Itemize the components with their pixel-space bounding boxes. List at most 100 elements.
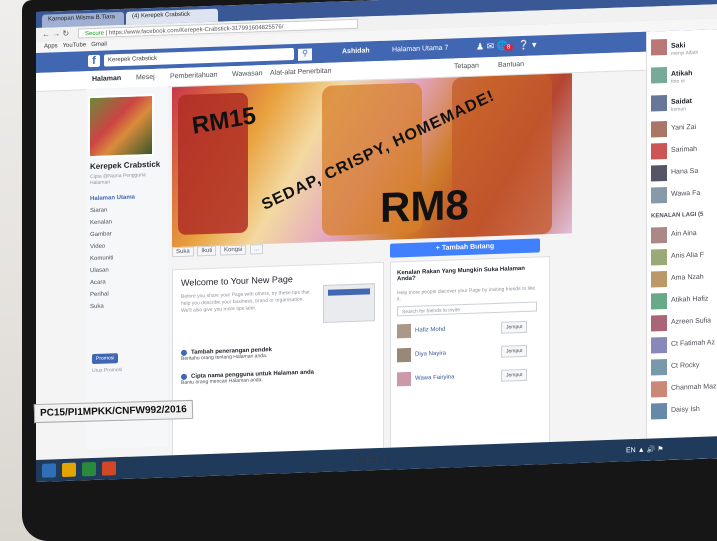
chat-contact[interactable]: Anis Alia F xyxy=(651,244,717,267)
chat-contact[interactable]: Yani Zai xyxy=(651,116,717,139)
contact-status: komun xyxy=(671,106,687,113)
menu-item-suka[interactable]: Suka xyxy=(90,303,135,317)
system-tray: EN ▲ 🔊 ⚑ xyxy=(626,445,664,454)
contact-name: Atikah Hafiz xyxy=(671,295,709,304)
avatar xyxy=(651,164,667,182)
more-contacts-heading: KENALAN LAGI (5 xyxy=(651,211,704,220)
page-preview-image xyxy=(323,283,375,323)
tab-tetapan[interactable]: Tetapan xyxy=(454,63,479,71)
bookmark-apps[interactable]: Apps xyxy=(44,43,58,49)
friend-row: Wawa Fairyina Jemput xyxy=(397,367,543,388)
avatar xyxy=(651,336,667,354)
chat-contact[interactable]: Atikah Hafiz xyxy=(651,288,717,311)
invite-title: Kenalan Rakan Yang Mungkin Suka Halaman … xyxy=(397,265,525,283)
language-indicator[interactable]: EN xyxy=(626,447,636,454)
home-label: Halaman Utama xyxy=(392,44,443,54)
facebook-search-input[interactable]: Kerepek Crabstick xyxy=(104,47,294,67)
excel-icon[interactable] xyxy=(82,461,96,477)
chat-contact[interactable]: Daisy Ish xyxy=(651,398,717,421)
home-count: 7 xyxy=(444,44,449,52)
facebook-logo-icon[interactable]: f xyxy=(88,54,100,68)
chat-contact[interactable]: Ct Rocky xyxy=(651,354,717,377)
contact-name: Ct Fatimah Az xyxy=(671,339,715,348)
avatar xyxy=(397,323,411,339)
chat-contact[interactable]: Wawa Fa xyxy=(651,182,717,205)
avatar xyxy=(651,120,667,138)
file-explorer-icon[interactable] xyxy=(62,462,76,478)
home-link[interactable]: Halaman Utama 7 xyxy=(392,45,448,54)
cover-photo[interactable]: RM15 SEDAP, CRISPY, HOMEMADE! RM8 xyxy=(172,73,572,248)
tab-mesej[interactable]: Mesej xyxy=(136,74,155,82)
volume-icon[interactable]: 🔊 xyxy=(647,446,656,453)
avatar xyxy=(651,66,667,84)
friends-icon[interactable]: ♟ xyxy=(476,41,484,51)
contact-name: Saki xyxy=(671,42,686,50)
chat-contact[interactable]: Saidat komun xyxy=(651,90,717,113)
monitor-brand-logo: DELL xyxy=(356,455,392,467)
avatar xyxy=(651,142,667,160)
avatar xyxy=(651,38,667,56)
chat-contact[interactable]: Ct Fatimah Az xyxy=(651,332,717,355)
contact-name: Atikah xyxy=(671,70,693,78)
share-button[interactable]: Kongsi xyxy=(220,244,247,256)
tab-alat-penerbitan[interactable]: Alat-alat Penerbitan xyxy=(270,68,331,77)
tab-wawasan[interactable]: Wawasan xyxy=(232,70,262,78)
like-button[interactable]: Suka xyxy=(172,246,194,258)
add-button[interactable]: + Tambah Butang xyxy=(390,238,540,258)
chat-contact[interactable]: Ama Nzah xyxy=(651,266,717,289)
chat-contact[interactable]: Azreen Sufia xyxy=(651,310,717,333)
chrome-icon[interactable] xyxy=(102,461,116,476)
step-item[interactable]: Tambah penerangan pendek Beritahu orang … xyxy=(181,343,371,362)
search-icon[interactable]: ⚲ xyxy=(298,48,312,61)
tab-pemberitahuan[interactable]: Pemberitahuan xyxy=(170,72,217,81)
chat-contact[interactable]: Saki menyi Alfath xyxy=(651,34,717,57)
friend-name[interactable]: Hafiz Mohd xyxy=(415,327,445,334)
step-dot-icon xyxy=(181,373,187,380)
bookmark-youtube[interactable]: YouTube xyxy=(63,42,87,49)
contact-name: Saidat xyxy=(671,98,693,106)
menu-chevron-icon[interactable]: ▾ xyxy=(532,40,537,50)
invite-description: Help more people discover your Page by i… xyxy=(397,285,536,303)
follow-button[interactable]: Ikuti xyxy=(197,245,217,257)
page-username-link[interactable]: Cipta @Nama Pengguna Halaman xyxy=(90,172,150,186)
avatar xyxy=(651,358,667,376)
invite-button[interactable]: Jemput xyxy=(501,320,528,334)
flag-icon[interactable]: ⚑ xyxy=(657,446,663,453)
chat-contact[interactable]: Sarimah xyxy=(651,138,717,161)
invite-button[interactable]: Jemput xyxy=(501,368,528,382)
manage-promotions-link[interactable]: Urus Promosi xyxy=(92,367,122,374)
tab-halaman[interactable]: Halaman xyxy=(92,75,121,83)
chat-contact[interactable]: Chanmah Maz xyxy=(651,376,717,399)
contact-name: Ct Rocky xyxy=(671,361,700,370)
tab-bantuan[interactable]: Bantuan xyxy=(498,61,524,69)
avatar xyxy=(651,248,667,266)
avatar xyxy=(651,186,667,204)
profile-picture[interactable] xyxy=(88,93,154,159)
contact-name: Ama Nzah xyxy=(671,273,704,282)
contact-name: Azreen Sufia xyxy=(671,317,712,326)
start-icon[interactable] xyxy=(42,463,56,478)
tray-chevron-icon[interactable]: ▲ xyxy=(638,447,645,454)
chat-contact[interactable]: Hana Sa xyxy=(651,160,717,183)
contact-name: Daisy Ish xyxy=(671,405,700,414)
bookmark-gmail[interactable]: Gmail xyxy=(91,42,107,49)
avatar xyxy=(651,94,667,112)
messages-icon[interactable]: ✉ xyxy=(487,41,495,51)
step-item[interactable]: Cipta nama pengguna untuk Halaman anda B… xyxy=(181,367,371,386)
secure-label: Secure xyxy=(85,30,105,38)
invite-search-input[interactable]: Search for friends to invite xyxy=(397,301,537,317)
chat-contact[interactable]: Ain Aina xyxy=(651,222,717,245)
promote-button[interactable]: Promosi xyxy=(92,353,119,365)
friend-name[interactable]: Diya Nayira xyxy=(415,351,446,358)
nav-arrows-icon[interactable]: ← → ↻ xyxy=(42,29,69,39)
avatar xyxy=(397,371,411,387)
friend-row: Diya Nayira Jemput xyxy=(397,343,543,364)
invite-button[interactable]: Jemput xyxy=(501,344,528,358)
more-button[interactable]: ... xyxy=(250,244,264,255)
help-icon[interactable]: ❔ xyxy=(518,40,529,50)
user-name[interactable]: Ashidah xyxy=(342,47,370,55)
contact-status: foto ol xyxy=(671,78,685,85)
topbar-icons: ♟ ✉ 🌐8 ❔ ▾ xyxy=(476,40,537,53)
friend-name[interactable]: Wawa Fairyina xyxy=(415,374,454,381)
chat-contact[interactable]: Atikah foto ol xyxy=(651,62,717,85)
